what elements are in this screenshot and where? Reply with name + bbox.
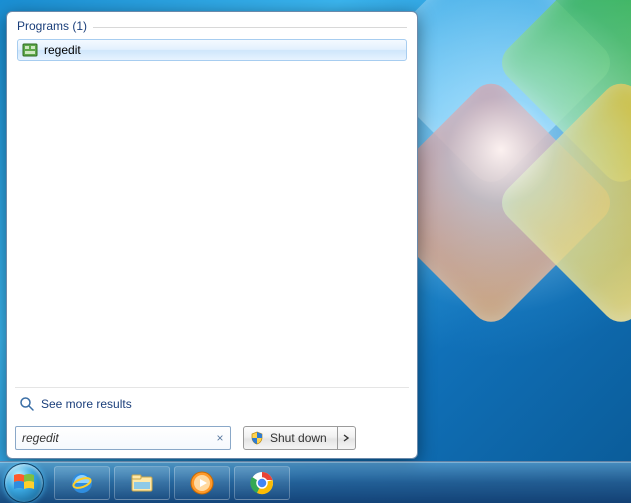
taskbar-pinned-chrome[interactable]	[234, 466, 290, 500]
search-icon	[19, 396, 35, 412]
internet-explorer-icon	[69, 470, 95, 496]
media-player-icon	[189, 470, 215, 496]
desktop: Programs (1) regedit See more results ×	[0, 0, 631, 503]
results-list: regedit	[15, 39, 409, 383]
search-field-wrap: ×	[15, 426, 231, 450]
see-more-results-link[interactable]: See more results	[15, 387, 409, 418]
search-input[interactable]	[15, 426, 231, 450]
shutdown-split-button: Shut down	[243, 426, 356, 450]
file-explorer-icon	[129, 470, 155, 496]
divider	[93, 27, 407, 28]
results-section-header: Programs (1)	[15, 18, 409, 39]
see-more-results-label: See more results	[41, 397, 132, 411]
chrome-icon	[249, 470, 275, 496]
taskbar-pinned-media-player[interactable]	[174, 466, 230, 500]
result-item-regedit[interactable]: regedit	[17, 39, 407, 61]
start-menu-bottom-row: × Shut down	[15, 418, 409, 450]
regedit-icon	[22, 42, 38, 58]
start-button[interactable]	[4, 463, 44, 503]
taskbar-pinned-ie[interactable]	[54, 466, 110, 500]
clear-search-icon[interactable]: ×	[213, 431, 227, 445]
windows-logo-icon	[13, 472, 35, 494]
result-item-label: regedit	[44, 43, 81, 57]
start-menu: Programs (1) regedit See more results ×	[6, 11, 418, 459]
taskbar	[0, 461, 631, 503]
shutdown-button[interactable]: Shut down	[243, 426, 338, 450]
shutdown-options-button[interactable]	[338, 426, 356, 450]
uac-shield-icon	[250, 431, 264, 445]
chevron-right-icon	[342, 434, 350, 442]
results-section-label: Programs (1)	[17, 19, 87, 33]
shutdown-button-label: Shut down	[270, 431, 327, 445]
taskbar-pinned-explorer[interactable]	[114, 466, 170, 500]
